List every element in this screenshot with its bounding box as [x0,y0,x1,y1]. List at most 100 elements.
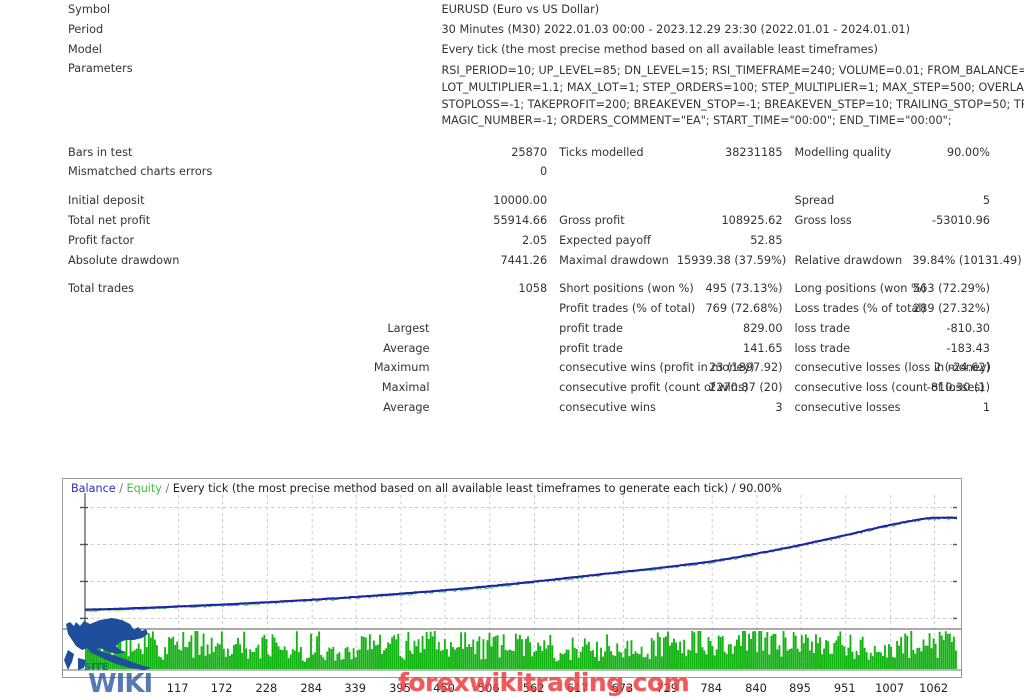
parameters-line-3: STOPLOSS=-1; TAKEPROFIT=200; BREAKEVEN_S… [441,97,1018,114]
row-total-net-profit: Total net profit 55914.66 Gross profit 1… [0,211,1024,231]
legend-description: Every tick (the most precise method base… [173,482,782,495]
parameters-line-2: LOT_MULTIPLIER=1.1; MAX_LOT=1; STEP_ORDE… [441,80,1018,97]
largest-profit-trade-label: profit trade [553,319,671,339]
x-axis-tick: 450 [433,681,455,695]
row-maximal-consecutive: Maximal consecutive profit (count of win… [0,378,1024,398]
legend-sep-2: / [165,482,169,495]
symbol-label: Symbol [0,0,435,20]
average-loss-trade-label: loss trade [789,339,907,359]
maximal-consecutive-profit-label: consecutive profit (count of wins) [553,378,671,398]
x-axis-tick: 395 [389,681,411,695]
expected-payoff-label: Expected payoff [553,231,671,251]
ticks-modelled-label: Ticks modelled [553,143,671,163]
x-axis-tick: 729 [656,681,678,695]
largest-profit-trade-value: 829.00 [671,319,789,339]
legend-sep-1: / [119,482,123,495]
average-loss-trade-value: -183.43 [906,339,1024,359]
total-net-profit-value: 55914.66 [435,211,553,231]
equity-plot [63,479,962,678]
spread-value: 5 [906,191,1024,211]
max-consecutive-losses-label: consecutive losses (loss in money) [789,358,907,378]
loss-trades-label: Loss trades (% of total) [789,299,907,319]
row-period: Period 30 Minutes (M30) 2022.01.03 00:00… [0,20,1024,40]
row-model: Model Every tick (the most precise metho… [0,40,1024,60]
row-bars-in-test: Bars in test 25870 Ticks modelled 382311… [0,143,1024,163]
row-absolute-drawdown: Absolute drawdown 7441.26 Maximal drawdo… [0,251,1024,271]
x-axis-tick: 284 [300,681,322,695]
average-profit-trade-label: profit trade [553,339,671,359]
parameters-line-1: RSI_PERIOD=10; UP_LEVEL=85; DN_LEVEL=15;… [441,63,1018,80]
mismatched-value: 0 [435,162,553,182]
relative-drawdown-value: 39.84% (10131.49) [906,251,1024,271]
largest-loss-trade-label: loss trade [789,319,907,339]
average-label: Average [0,339,435,359]
parameters-line-4: MAGIC_NUMBER=-1; ORDERS_COMMENT="EA"; ST… [441,113,1018,130]
x-axis-tick: 840 [745,681,767,695]
largest-label: Largest [0,319,435,339]
x-axis-tick: 617 [567,681,589,695]
x-axis-labels: 1171722282843393954505065626176737297848… [62,681,962,697]
model-label: Model [0,40,435,60]
parameters-label: Parameters [0,59,435,133]
expected-payoff-value: 52.85 [671,231,789,251]
row-symbol: Symbol EURUSD (Euro vs US Dollar) [0,0,1024,20]
bars-in-test-label: Bars in test [0,143,435,163]
x-axis-tick: 1007 [875,681,904,695]
row-profit-factor: Profit factor 2.05 Expected payoff 52.85 [0,231,1024,251]
strategy-tester-report: Symbol EURUSD (Euro vs US Dollar) Period… [0,0,1024,698]
avg-consecutive-wins-label: consecutive wins [553,398,671,418]
bars-in-test-value: 25870 [435,143,553,163]
avg-consecutive-losses-value: 1 [906,398,1024,418]
x-axis-tick: 506 [478,681,500,695]
row-total-trades: Total trades 1058 Short positions (won %… [0,279,1024,299]
relative-drawdown-label: Relative drawdown [789,251,907,271]
total-trades-label: Total trades [0,279,435,299]
chart-legend: Balance / Equity / Every tick (the most … [71,482,782,495]
period-label: Period [0,20,435,40]
row-maximum-consecutive: Maximum consecutive wins (profit in mone… [0,358,1024,378]
x-axis-tick: 562 [523,681,545,695]
average2-label: Average [0,398,435,418]
absolute-drawdown-value: 7441.26 [435,251,553,271]
short-positions-label: Short positions (won %) [553,279,671,299]
initial-deposit-value: 10000.00 [435,191,553,211]
gross-loss-label: Gross loss [789,211,907,231]
long-positions-label: Long positions (won %) [789,279,907,299]
row-profit-trades: Profit trades (% of total) 769 (72.68%) … [0,299,1024,319]
absolute-drawdown-label: Absolute drawdown [0,251,435,271]
maximal-consecutive-loss-label: consecutive loss (count of losses) [789,378,907,398]
row-initial-deposit: Initial deposit 10000.00 Spread 5 [0,191,1024,211]
model-value: Every tick (the most precise method base… [435,40,1024,60]
x-axis-tick: 172 [211,681,233,695]
x-axis-tick: 895 [789,681,811,695]
average-profit-trade-value: 141.65 [671,339,789,359]
x-axis-tick: 117 [167,681,189,695]
spacer-3 [0,270,1024,279]
profit-factor-value: 2.05 [435,231,553,251]
gross-profit-label: Gross profit [553,211,671,231]
maximum-label: Maximum [0,358,435,378]
modelling-quality-label: Modelling quality [789,143,907,163]
maximal-drawdown-value: 15939.38 (37.59%) [671,251,789,271]
period-value: 30 Minutes (M30) 2022.01.03 00:00 - 2023… [435,20,1024,40]
x-axis-tick: 1062 [919,681,948,695]
modelling-quality-value: 90.00% [906,143,1024,163]
mismatched-label: Mismatched charts errors [0,162,435,182]
report-table: Symbol EURUSD (Euro vs US Dollar) Period… [0,0,1024,418]
parameters-value: RSI_PERIOD=10; UP_LEVEL=85; DN_LEVEL=15;… [435,59,1024,133]
ticks-modelled-value: 38231185 [671,143,789,163]
avg-consecutive-wins-value: 3 [671,398,789,418]
largest-loss-trade-value: -810.30 [906,319,1024,339]
maximal-drawdown-label: Maximal drawdown [553,251,671,271]
spacer-1 [0,134,1024,143]
profit-trades-label: Profit trades (% of total) [553,299,671,319]
loss-trades-value: 289 (27.32%) [906,299,1024,319]
x-axis-tick: 228 [256,681,278,695]
equity-chart-panel[interactable]: Balance / Equity / Every tick (the most … [62,478,962,678]
x-axis-tick: 951 [834,681,856,695]
spread-label: Spread [789,191,907,211]
avg-consecutive-losses-label: consecutive losses [789,398,907,418]
total-trades-value: 1058 [435,279,553,299]
maximal-label: Maximal [0,378,435,398]
total-net-profit-label: Total net profit [0,211,435,231]
